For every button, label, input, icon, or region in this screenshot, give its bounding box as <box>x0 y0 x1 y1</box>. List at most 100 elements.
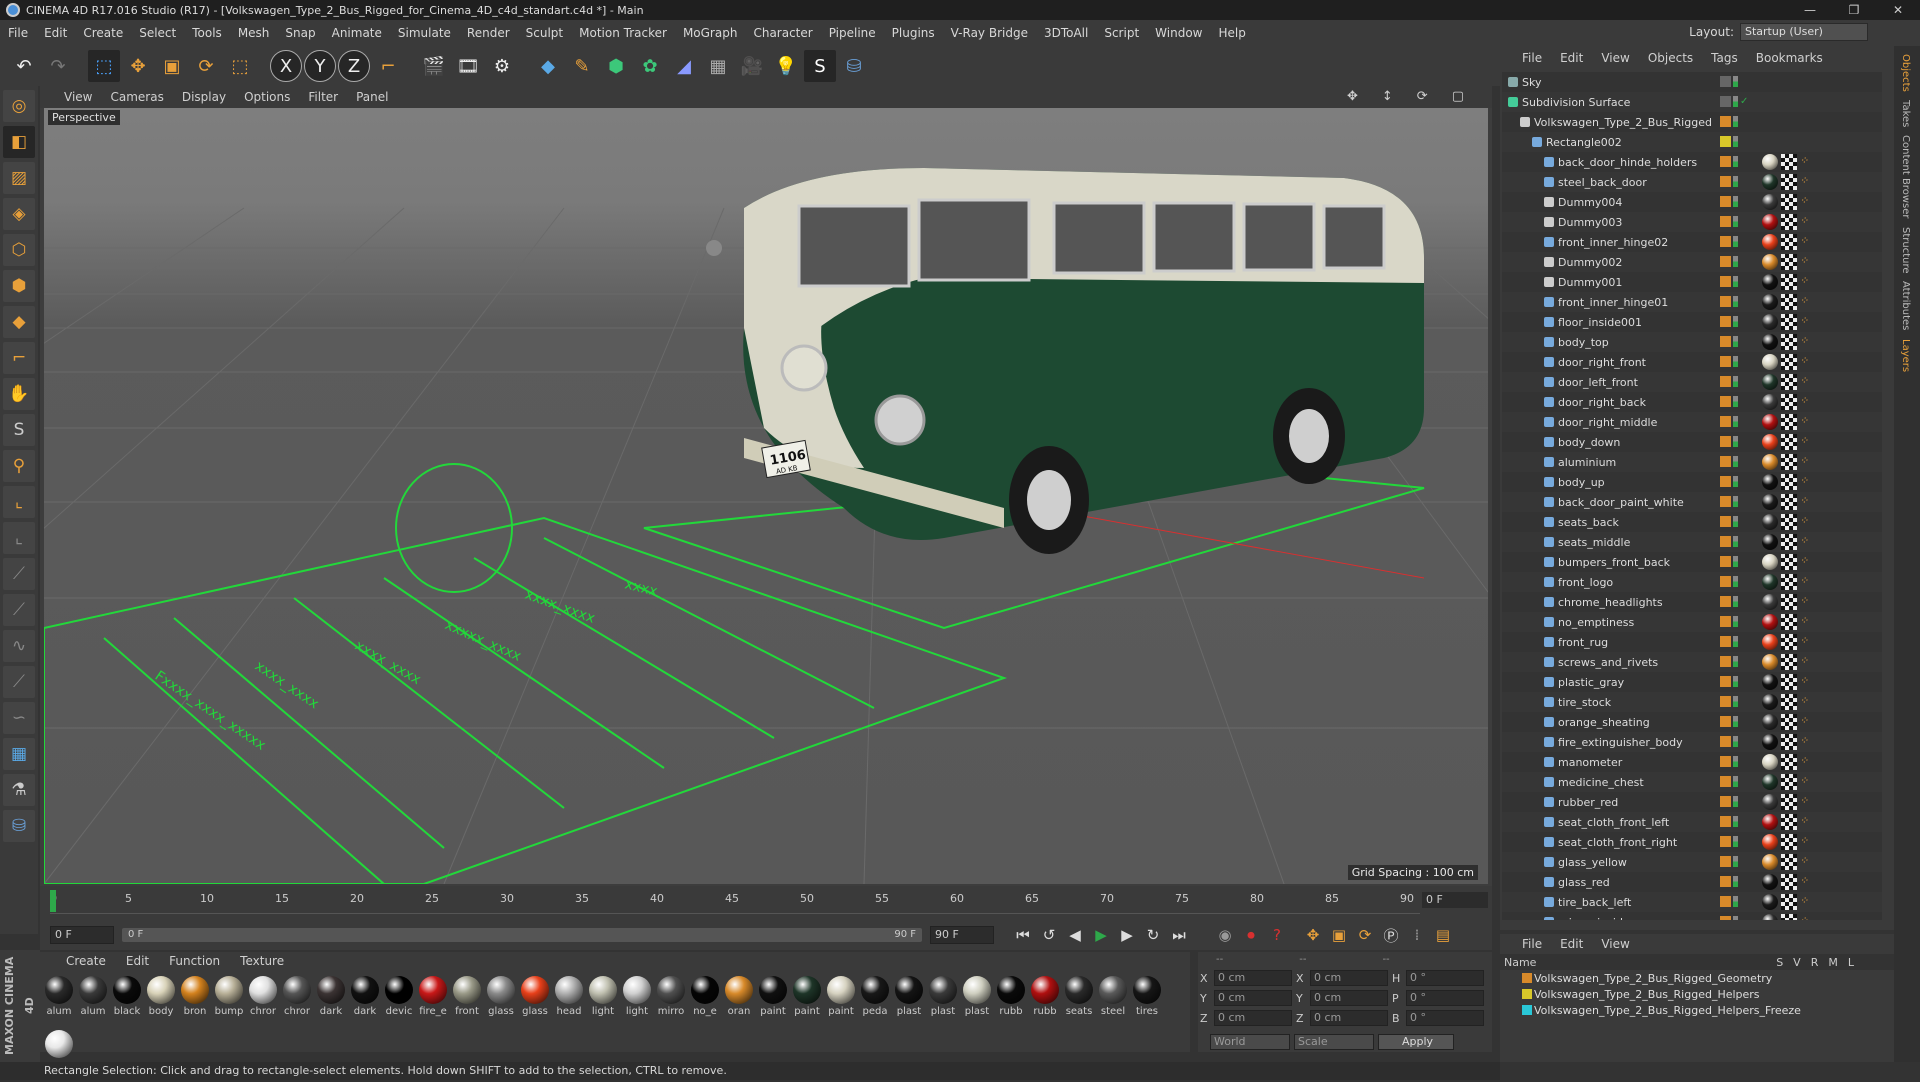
visibility-dots-icon[interactable] <box>1733 476 1738 487</box>
pan-icon[interactable]: ✥ <box>1347 89 1358 104</box>
orbit-icon[interactable]: ⟳ <box>1417 89 1428 104</box>
render-picture-viewer-icon[interactable]: 🎞 <box>452 50 484 82</box>
texture-tag-icon[interactable] <box>1781 174 1797 190</box>
material-tag-icon[interactable] <box>1762 814 1778 830</box>
menu-file[interactable]: File <box>0 26 36 40</box>
viewport-menu-display[interactable]: Display <box>182 90 226 104</box>
visibility-dots-icon[interactable] <box>1733 896 1738 907</box>
menu-window[interactable]: Window <box>1147 26 1210 40</box>
material-swatch[interactable]: rubb <box>994 974 1028 1028</box>
deformer-icon[interactable]: ◢ <box>668 50 700 82</box>
material-tag-icon[interactable] <box>1762 414 1778 430</box>
visibility-dots-icon[interactable] <box>1733 216 1738 227</box>
selection-tag-icon[interactable]: ⁘ <box>1800 474 1816 490</box>
mograph-cloner-icon[interactable]: ✿ <box>634 50 666 82</box>
layer-color-icon[interactable] <box>1720 856 1731 867</box>
edit-render-settings-icon[interactable]: ⚙ <box>486 50 518 82</box>
y-axis-lock-button[interactable]: Y <box>304 50 336 82</box>
menu-plugins[interactable]: Plugins <box>884 26 943 40</box>
object-row[interactable]: medicine_chest ⁘ <box>1502 772 1882 792</box>
material-tag-icon[interactable] <box>1762 294 1778 310</box>
planar-workplane-icon[interactable]: ⟋ <box>3 558 35 590</box>
selection-tag-icon[interactable]: ⁘ <box>1800 434 1816 450</box>
selection-tag-icon[interactable]: ⁘ <box>1800 294 1816 310</box>
object-row[interactable]: Rectangle002 <box>1502 132 1882 152</box>
selection-tag-icon[interactable]: ⁘ <box>1800 714 1816 730</box>
texture-tag-icon[interactable] <box>1781 254 1797 270</box>
layout-dropdown[interactable]: Startup (User) <box>1740 23 1868 41</box>
texture-tag-icon[interactable] <box>1781 834 1797 850</box>
material-tag-icon[interactable] <box>1762 834 1778 850</box>
object-row[interactable]: Dummy001 ⁘ <box>1502 272 1882 292</box>
quantize-icon[interactable]: ⟋ <box>3 594 35 626</box>
material-tag-icon[interactable] <box>1762 714 1778 730</box>
layer-row[interactable]: Volkswagen_Type_2_Bus_Rigged_Helpers <box>1500 986 1894 1002</box>
layer-color-swatch[interactable] <box>1522 973 1532 983</box>
object-row[interactable]: Dummy002 ⁘ <box>1502 252 1882 272</box>
enabled-check-icon[interactable]: ✓ <box>1740 96 1748 107</box>
end-frame-field[interactable]: 90 F <box>930 926 994 944</box>
material-swatch[interactable]: chror <box>280 974 314 1028</box>
object-row[interactable]: fire_extinguisher_body ⁘ <box>1502 732 1882 752</box>
selection-tag-icon[interactable]: ⁘ <box>1800 574 1816 590</box>
texture-tag-icon[interactable] <box>1781 894 1797 910</box>
menu-script[interactable]: Script <box>1096 26 1147 40</box>
texture-tag-icon[interactable] <box>1781 234 1797 250</box>
material-tag-icon[interactable] <box>1762 534 1778 550</box>
layer-color-icon[interactable] <box>1720 236 1731 247</box>
layer-column-r[interactable]: R <box>1811 956 1819 969</box>
menu-select[interactable]: Select <box>131 26 184 40</box>
selection-tag-icon[interactable]: ⁘ <box>1800 394 1816 410</box>
layer-color-icon[interactable] <box>1720 496 1731 507</box>
layer-column-m[interactable]: M <box>1828 956 1838 969</box>
visibility-dots-icon[interactable] <box>1733 856 1738 867</box>
texture-tag-icon[interactable] <box>1781 394 1797 410</box>
visibility-dots-icon[interactable] <box>1733 256 1738 267</box>
texture-tag-icon[interactable] <box>1781 494 1797 510</box>
material-swatch[interactable]: dark <box>348 974 382 1028</box>
visibility-dots-icon[interactable] <box>1733 716 1738 727</box>
move-icon[interactable]: ✥ <box>122 50 154 82</box>
visibility-dots-icon[interactable] <box>1733 376 1738 387</box>
object-row[interactable]: front_rug ⁘ <box>1502 632 1882 652</box>
viewport-canvas[interactable]: Fxxxx_xxxx_xxxxx xxxx_xxxx xxxx_xxxx xxx… <box>44 108 1488 884</box>
floor-icon[interactable]: ▦ <box>702 50 734 82</box>
material-tag-icon[interactable] <box>1762 614 1778 630</box>
material-tag-icon[interactable] <box>1762 694 1778 710</box>
selection-tag-icon[interactable]: ⁘ <box>1800 534 1816 550</box>
selection-tag-icon[interactable]: ⁘ <box>1800 894 1816 910</box>
texture-tag-icon[interactable] <box>1781 474 1797 490</box>
layer-color-icon[interactable] <box>1720 516 1731 527</box>
material-swatch[interactable]: dark <box>314 974 348 1028</box>
material-swatch[interactable]: glass <box>484 974 518 1028</box>
material-tag-icon[interactable] <box>1762 654 1778 670</box>
object-row[interactable]: rubber_red ⁘ <box>1502 792 1882 812</box>
render-view-icon[interactable]: 🎬 <box>418 50 450 82</box>
texture-tag-icon[interactable] <box>1781 434 1797 450</box>
visibility-dots-icon[interactable] <box>1733 616 1738 627</box>
selection-tag-icon[interactable]: ⁘ <box>1800 554 1816 570</box>
visibility-dots-icon[interactable] <box>1733 536 1738 547</box>
layer-column-l[interactable]: L <box>1848 956 1854 969</box>
material-tag-icon[interactable] <box>1762 354 1778 370</box>
material-tag-icon[interactable] <box>1762 894 1778 910</box>
visibility-dots-icon[interactable] <box>1733 276 1738 287</box>
texture-tag-icon[interactable] <box>1781 414 1797 430</box>
object-row[interactable]: Subdivision Surface ✓ <box>1502 92 1882 112</box>
visibility-dots-icon[interactable] <box>1733 876 1738 887</box>
visibility-dots-icon[interactable] <box>1733 236 1738 247</box>
texture-tag-icon[interactable] <box>1781 674 1797 690</box>
layer-color-icon[interactable] <box>1720 816 1731 827</box>
layer-color-icon[interactable] <box>1720 96 1731 107</box>
coord-size-field[interactable]: 0 cm <box>1310 970 1388 986</box>
menu-help[interactable]: Help <box>1210 26 1253 40</box>
material-tag-icon[interactable] <box>1762 914 1778 920</box>
object-row[interactable]: bumpers_front_back ⁘ <box>1502 552 1882 572</box>
object-row[interactable]: mirror_inside ⁘ <box>1502 912 1882 920</box>
selection-tag-icon[interactable]: ⁘ <box>1800 194 1816 210</box>
visibility-dots-icon[interactable] <box>1733 136 1738 147</box>
python-tool-icon[interactable]: ⛁ <box>3 810 35 842</box>
material-tag-icon[interactable] <box>1762 574 1778 590</box>
menu-pipeline[interactable]: Pipeline <box>821 26 884 40</box>
object-row[interactable]: tire_back_left ⁘ <box>1502 892 1882 912</box>
